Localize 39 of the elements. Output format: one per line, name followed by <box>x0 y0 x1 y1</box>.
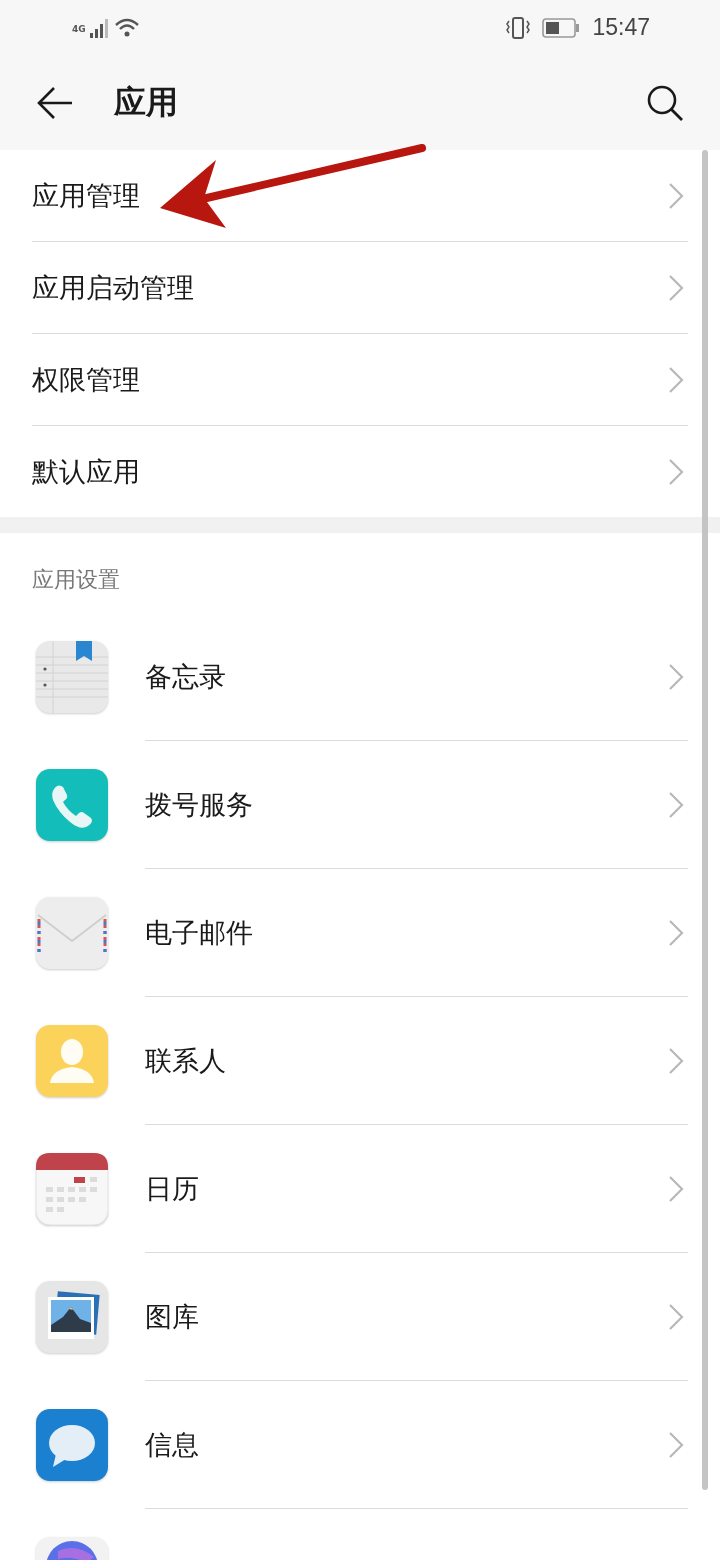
chevron-icon <box>668 1174 684 1203</box>
chevron-icon <box>668 365 684 394</box>
app-name[interactable]: 电子邮件 <box>145 914 668 951</box>
chevron-icon <box>668 273 684 302</box>
search-icon[interactable] <box>646 83 684 122</box>
notebook-icon <box>36 641 108 713</box>
calendar-icon <box>36 1153 108 1225</box>
menu-item[interactable]: 应用管理 <box>32 177 668 214</box>
page-title: 应用 <box>114 81 178 123</box>
app-name[interactable]: 备忘录 <box>145 658 668 695</box>
back-arrow-icon[interactable] <box>36 85 74 120</box>
chevron-icon <box>668 662 684 691</box>
chevron-icon <box>668 918 684 947</box>
envelope-icon <box>36 897 108 969</box>
clock-time: 15:47 <box>592 14 650 41</box>
chevron-icon <box>668 1046 684 1075</box>
network-type: 4G <box>72 23 86 34</box>
app-name[interactable]: 日历 <box>145 1170 668 1207</box>
app-name[interactable]: 信息 <box>145 1426 668 1463</box>
phone-icon <box>36 769 108 841</box>
vibrate-icon <box>506 15 531 40</box>
app-name[interactable]: 拨号服务 <box>145 786 668 823</box>
photos-icon <box>36 1281 108 1353</box>
signal-icon <box>89 17 110 38</box>
menu-item[interactable]: 权限管理 <box>32 361 668 398</box>
person-icon <box>36 1025 108 1097</box>
speech-bubble-icon <box>36 1409 108 1481</box>
chevron-icon <box>668 1430 684 1459</box>
chevron-icon <box>668 457 684 486</box>
app-name[interactable]: 联系人 <box>145 1042 668 1079</box>
battery-icon <box>542 17 581 38</box>
chevron-icon <box>668 790 684 819</box>
menu-item[interactable]: 默认应用 <box>32 453 668 490</box>
chevron-icon <box>668 181 684 210</box>
wifi-icon <box>113 17 140 38</box>
chevron-icon <box>668 1302 684 1331</box>
section-title: 应用设置 <box>31 566 121 594</box>
app-name[interactable]: 图库 <box>145 1298 668 1335</box>
menu-item[interactable]: 应用启动管理 <box>32 269 668 306</box>
